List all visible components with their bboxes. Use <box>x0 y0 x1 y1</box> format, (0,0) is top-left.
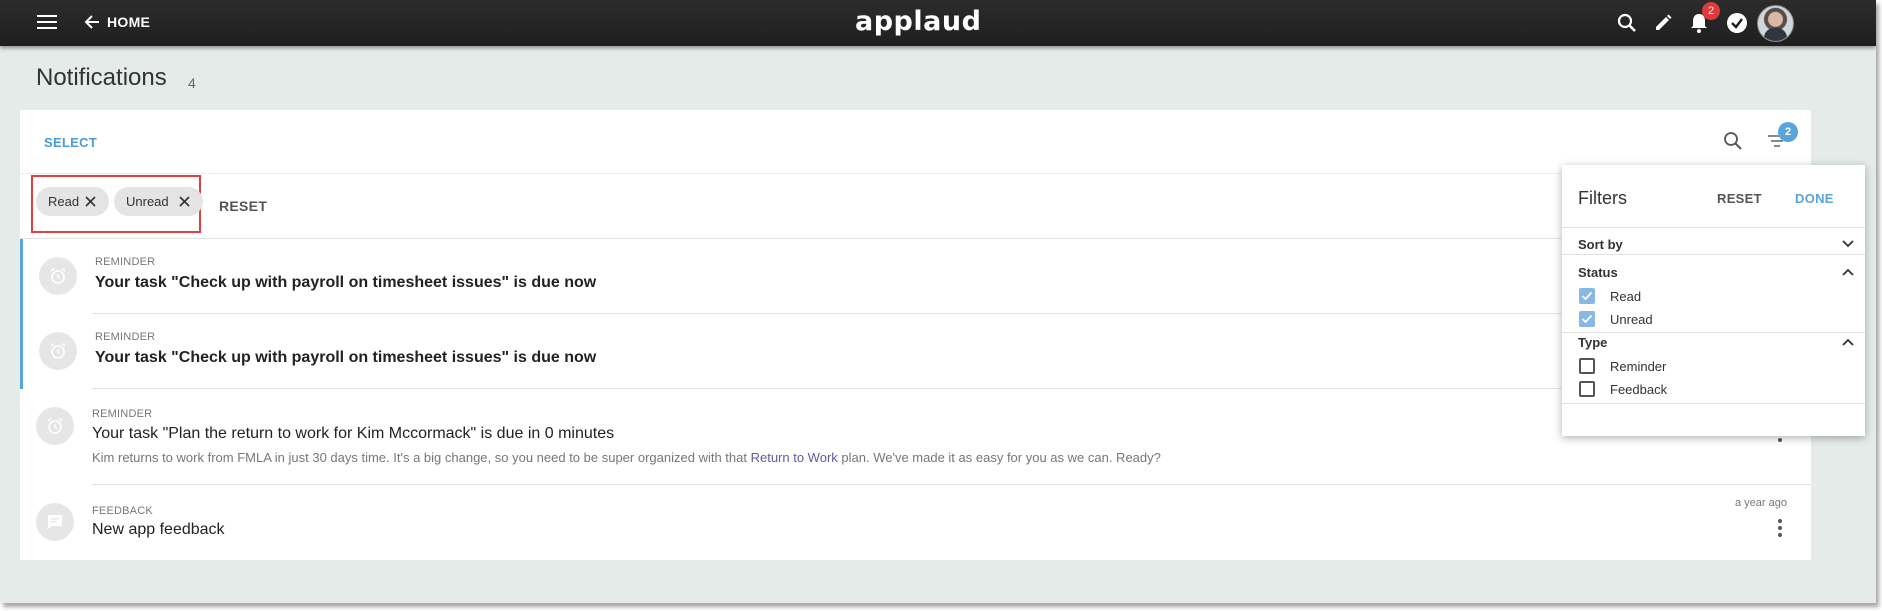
page-title: Notifications <box>36 64 167 91</box>
status-unread-label[interactable]: Unread <box>1610 312 1653 327</box>
arrow-left-icon[interactable] <box>82 12 102 32</box>
user-avatar[interactable] <box>1757 5 1794 42</box>
select-button[interactable]: SELECT <box>44 135 97 150</box>
notification-title[interactable]: New app feedback <box>92 521 225 539</box>
reset-filters-button[interactable]: RESET <box>219 198 267 214</box>
chevron-up-icon[interactable] <box>1841 267 1855 277</box>
notification-item[interactable]: FEEDBACK New app feedback a year ago <box>20 485 1811 560</box>
notification-item[interactable]: REMINDER Your task "Check up with payrol… <box>20 239 1811 314</box>
notification-type: REMINDER <box>92 408 153 420</box>
return-to-work-link[interactable]: Return to Work <box>751 450 838 465</box>
unread-indicator <box>20 239 23 314</box>
filters-reset-button[interactable]: RESET <box>1717 191 1762 206</box>
body-text: plan. We've made it as easy for you as w… <box>837 450 1161 465</box>
more-vert-icon[interactable] <box>1777 518 1783 538</box>
top-navigation-bar: HOME applaud 2 <box>0 0 1876 46</box>
alarm-clock-icon <box>50 267 66 284</box>
filters-panel: Filters RESET DONE Sort by Status Read U… <box>1562 165 1865 436</box>
app-window: HOME applaud 2 Notifications 4 SELECT 2 … <box>0 0 1876 603</box>
filter-chip-read[interactable]: Read <box>36 187 109 216</box>
check-circle-icon[interactable] <box>1725 11 1749 35</box>
search-icon[interactable] <box>1722 130 1744 152</box>
close-icon[interactable] <box>84 195 97 208</box>
status-header[interactable]: Status <box>1578 265 1618 280</box>
alarm-clock-icon <box>47 417 63 434</box>
notification-type: FEEDBACK <box>92 505 153 517</box>
chip-label: Unread <box>126 194 169 209</box>
chevron-down-icon[interactable] <box>1841 239 1855 249</box>
type-feedback-label[interactable]: Feedback <box>1610 382 1667 397</box>
notification-item[interactable]: REMINDER Your task "Plan the return to w… <box>20 389 1811 485</box>
notification-count: 4 <box>188 75 196 91</box>
home-link[interactable]: HOME <box>107 14 150 30</box>
notification-body: Kim returns to work from FMLA in just 30… <box>92 450 1161 465</box>
status-unread-checkbox[interactable] <box>1579 311 1595 327</box>
filters-done-button[interactable]: DONE <box>1795 191 1834 206</box>
filter-chip-unread[interactable]: Unread <box>114 187 203 216</box>
divider <box>1562 403 1865 404</box>
alarm-clock-icon <box>50 342 66 359</box>
status-read-checkbox[interactable] <box>1579 288 1595 304</box>
divider <box>1562 227 1865 228</box>
type-header[interactable]: Type <box>1578 335 1607 350</box>
notifications-card: SELECT 2 Read Unread RESET REMINDER Your… <box>20 110 1811 560</box>
search-icon[interactable] <box>1616 12 1638 34</box>
feedback-avatar <box>36 503 74 541</box>
body-text: Kim returns to work from FMLA in just 30… <box>92 450 751 465</box>
feedback-icon <box>48 515 62 529</box>
divider <box>1562 254 1865 255</box>
notification-title[interactable]: Your task "Check up with payroll on time… <box>95 349 596 367</box>
sort-by-header[interactable]: Sort by <box>1578 237 1623 252</box>
reminder-avatar <box>36 407 74 445</box>
divider <box>1562 332 1865 333</box>
status-read-label[interactable]: Read <box>1610 289 1641 304</box>
type-reminder-checkbox[interactable] <box>1579 358 1595 374</box>
chevron-up-icon[interactable] <box>1841 337 1855 347</box>
reminder-avatar <box>39 257 77 295</box>
active-filter-badge: 2 <box>1778 122 1798 142</box>
hamburger-menu-icon[interactable] <box>36 13 58 31</box>
chip-label: Read <box>48 194 80 209</box>
notification-type: REMINDER <box>95 256 156 268</box>
notification-timestamp: a year ago <box>1735 497 1787 509</box>
type-reminder-label[interactable]: Reminder <box>1610 359 1666 374</box>
checkmark-icon <box>1581 314 1593 324</box>
filters-title: Filters <box>1578 188 1627 208</box>
notification-type: REMINDER <box>95 331 156 343</box>
notification-count-badge: 2 <box>1702 2 1720 20</box>
close-icon[interactable] <box>178 195 191 208</box>
brand-logo[interactable]: applaud <box>855 6 981 37</box>
notification-item[interactable]: REMINDER Your task "Check up with payrol… <box>20 314 1811 389</box>
pencil-icon[interactable] <box>1652 12 1674 34</box>
notification-title[interactable]: Your task "Plan the return to work for K… <box>92 425 614 443</box>
reminder-avatar <box>39 332 77 370</box>
type-feedback-checkbox[interactable] <box>1579 381 1595 397</box>
checkmark-icon <box>1581 291 1593 301</box>
notification-title[interactable]: Your task "Check up with payroll on time… <box>95 274 596 292</box>
unread-indicator <box>20 314 23 389</box>
divider <box>20 173 1811 174</box>
